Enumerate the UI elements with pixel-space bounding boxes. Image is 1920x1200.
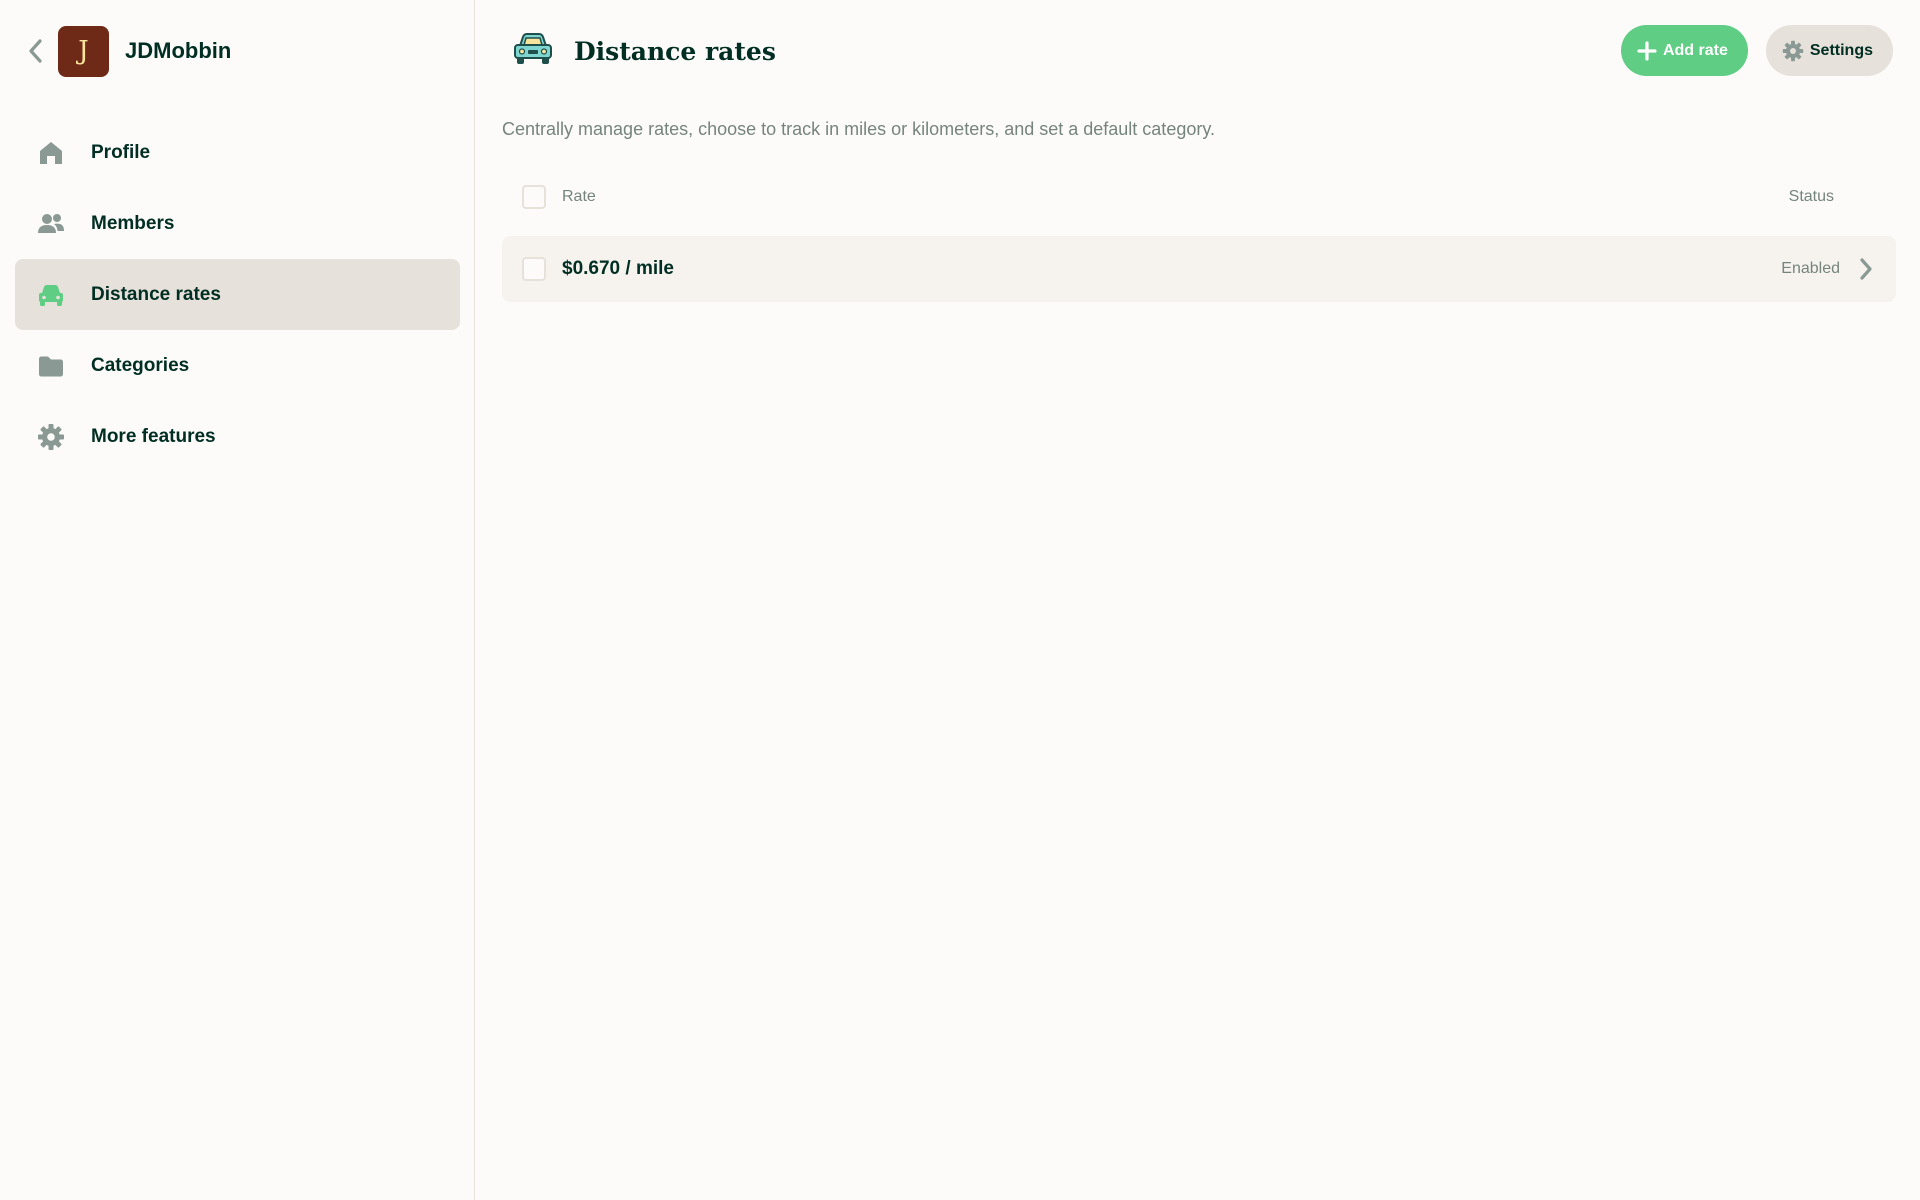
column-header-status: Status bbox=[1788, 188, 1834, 205]
sidebar-item-label: Categories bbox=[91, 354, 190, 376]
add-rate-label: Add rate bbox=[1662, 41, 1728, 59]
page-title: Distance rates bbox=[574, 36, 776, 66]
sidebar-item-distance-rates[interactable]: Distance rates bbox=[15, 259, 460, 330]
workspace-header: J JDMobbin bbox=[22, 25, 231, 77]
column-header-rate: Rate bbox=[562, 188, 596, 205]
sidebar-nav: Profile Members Distance rates Categorie… bbox=[15, 117, 460, 472]
gear-icon bbox=[37, 423, 65, 451]
row-checkbox[interactable] bbox=[522, 257, 546, 281]
rates-table: Rate Status $0.670 / mile Enabled bbox=[502, 172, 1896, 302]
settings-label: Settings bbox=[1809, 41, 1873, 59]
sidebar-item-categories[interactable]: Categories bbox=[15, 330, 460, 401]
page-description: Centrally manage rates, choose to track … bbox=[502, 119, 1216, 139]
sidebar-item-label: Distance rates bbox=[91, 283, 221, 305]
chevron-left-icon bbox=[29, 39, 42, 63]
settings-button[interactable]: Settings bbox=[1765, 25, 1893, 76]
folder-icon bbox=[37, 352, 65, 380]
table-header: Rate Status bbox=[502, 172, 1896, 222]
sidebar: J JDMobbin Profile Members Distance rate… bbox=[0, 0, 475, 1200]
sidebar-item-label: Profile bbox=[91, 141, 151, 163]
page-header: Distance rates bbox=[512, 25, 776, 77]
table-row[interactable]: $0.670 / mile Enabled bbox=[502, 236, 1896, 302]
car-illustration-icon bbox=[512, 31, 554, 72]
car-icon bbox=[37, 281, 65, 309]
rate-value: $0.670 / mile bbox=[562, 258, 674, 279]
sidebar-item-profile[interactable]: Profile bbox=[15, 117, 460, 188]
users-icon bbox=[37, 210, 65, 238]
plus-icon bbox=[1637, 40, 1657, 61]
sidebar-item-label: More features bbox=[91, 425, 216, 447]
app: J JDMobbin Profile Members Distance rate… bbox=[0, 0, 1920, 1200]
status-value: Enabled bbox=[1781, 260, 1840, 277]
sidebar-item-members[interactable]: Members bbox=[15, 188, 460, 259]
main-content: Distance rates Add rate Settings Central… bbox=[476, 0, 1920, 1200]
home-icon bbox=[37, 139, 65, 167]
sidebar-item-label: Members bbox=[91, 212, 175, 234]
workspace-name: JDMobbin bbox=[125, 38, 232, 63]
back-button[interactable] bbox=[22, 25, 48, 77]
sidebar-item-more-features[interactable]: More features bbox=[15, 401, 460, 472]
header-actions: Add rate Settings bbox=[1620, 25, 1893, 76]
add-rate-button[interactable]: Add rate bbox=[1620, 25, 1748, 76]
chevron-right-icon bbox=[1856, 255, 1876, 283]
avatar-letter: J bbox=[78, 36, 89, 66]
gear-icon bbox=[1782, 40, 1804, 61]
workspace-avatar[interactable]: J bbox=[58, 25, 109, 77]
select-all-checkbox[interactable] bbox=[522, 185, 546, 209]
